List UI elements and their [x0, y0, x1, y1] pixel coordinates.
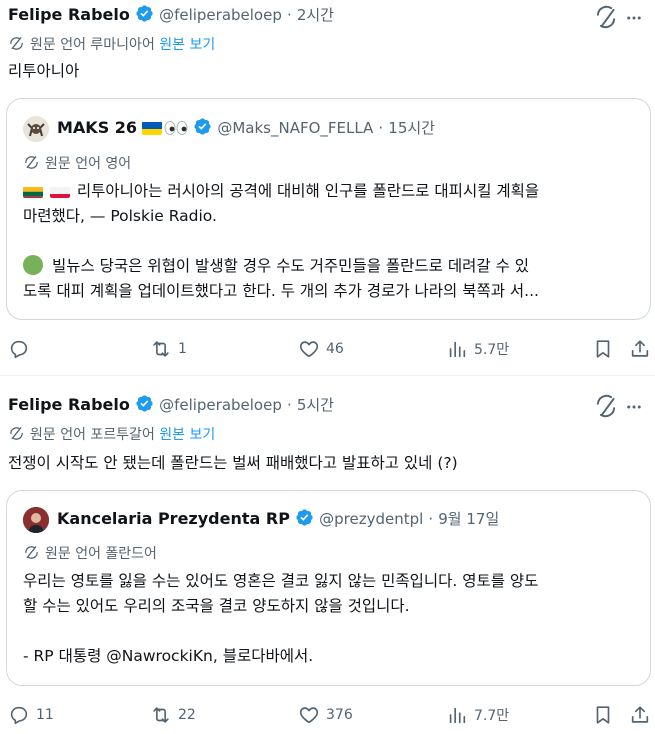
heart-icon [299, 707, 319, 724]
repost-count: 1 [178, 341, 187, 357]
reply-icon [10, 340, 28, 359]
quoted-author-name[interactable]: Kancelaria Prezydenta RP [57, 509, 290, 528]
quoted-post-header: Kancelaria Prezydenta RP @prezydentpl · … [57, 509, 500, 528]
quoted-post-time[interactable]: 15시간 [388, 119, 435, 137]
verified-badge-icon [136, 5, 153, 22]
quoted-line: - RP 대통령 @NawrockiKn, 블로다바에서. [23, 647, 314, 665]
quoted-translation-notice: 원문 언어 영어 [23, 153, 131, 173]
more-options-icon[interactable] [625, 398, 643, 416]
quoted-post[interactable]: MAKS 26 @Maks_NAFO_FELLA · 15시간 원문 언어 영어… [6, 98, 651, 320]
bookmark-icon [596, 340, 610, 358]
translation-notice: 원문 언어 포르투갈어 원본 보기 [8, 424, 215, 444]
author-handle[interactable]: @feliperabeloep [159, 396, 282, 414]
author-handle[interactable]: @feliperabeloep [159, 6, 282, 24]
avatar[interactable] [23, 116, 49, 142]
repost-button[interactable]: 22 [150, 704, 196, 726]
repost-icon [153, 341, 169, 357]
translate-icon [25, 546, 38, 559]
quoted-line: 할 수는 있어도 우리의 조국을 결코 양도하지 않을 것입니다. [23, 597, 410, 615]
quoted-line [23, 619, 636, 644]
grok-icon[interactable] [593, 393, 619, 419]
quoted-line [23, 229, 636, 254]
like-button[interactable]: 376 [298, 704, 353, 726]
post[interactable]: Felipe Rabelo @feliperabeloep · 5시간 원문 언… [0, 376, 655, 734]
quoted-author-handle[interactable]: @prezydentpl [319, 510, 423, 528]
views-button[interactable]: 5.7만 [446, 338, 509, 360]
quoted-author-name[interactable]: MAKS 26 [57, 118, 137, 137]
heart-icon [299, 341, 319, 358]
views-count: 5.7만 [474, 342, 510, 358]
verified-badge-icon [136, 395, 153, 412]
views-count: 7.7만 [474, 708, 510, 724]
author-name[interactable]: Felipe Rabelo [8, 5, 130, 24]
post-text: 리투아니아 [8, 62, 80, 80]
eyes-emoji-icon [164, 121, 188, 135]
share-icon [631, 340, 649, 357]
translation-notice: 원문 언어 루마니아어 원본 보기 [8, 34, 215, 54]
poland-flag-icon [49, 184, 70, 198]
post-time[interactable]: 5시간 [297, 396, 334, 414]
quoted-post-header: MAKS 26 @Maks_NAFO_FELLA · 15시간 [57, 118, 435, 137]
avatar[interactable] [23, 507, 49, 533]
reply-count: 11 [36, 707, 54, 723]
verified-badge-icon [296, 509, 313, 526]
repost-icon [153, 707, 169, 723]
quoted-author-handle[interactable]: @Maks_NAFO_FELLA [217, 119, 373, 137]
quoted-line: 빌뉴스 당국은 위협이 발생할 경우 수도 거주민들을 폴란드로 데려갈 수 있 [23, 254, 636, 279]
like-count: 376 [326, 707, 353, 723]
view-original-link[interactable]: 원본 보기 [159, 37, 215, 53]
view-original-link[interactable]: 원본 보기 [159, 427, 215, 443]
translate-icon [25, 156, 38, 169]
post-header: Felipe Rabelo @feliperabeloep · 5시간 [8, 395, 334, 414]
action-bar: 1 46 5.7만 [0, 338, 655, 362]
share-button[interactable] [629, 704, 651, 726]
post-text: 전쟁이 시작도 안 됐는데 폴란드는 벌써 패배했다고 발표하고 있네 (?) [8, 454, 458, 472]
bookmark-button[interactable] [592, 338, 614, 360]
quoted-line: 도록 대피 계획을 업데이트했다고 한다. 두 개의 추가 경로가 나라의 북쪽… [23, 282, 539, 300]
quoted-post-text: 리투아니아는 러시아의 공격에 대비해 인구를 폴란드로 대피시킬 계획을 마련… [23, 179, 636, 304]
quoted-post[interactable]: Kancelaria Prezydenta RP @prezydentpl · … [6, 490, 651, 686]
repost-button[interactable]: 1 [150, 338, 187, 360]
views-button[interactable]: 7.7만 [446, 704, 509, 726]
reply-button[interactable]: 11 [8, 704, 54, 726]
verified-badge-icon [194, 118, 211, 135]
bookmark-button[interactable] [592, 704, 614, 726]
translate-icon [10, 427, 23, 440]
more-options-icon[interactable] [625, 9, 643, 27]
reply-button[interactable] [8, 338, 36, 360]
quoted-post-text: 우리는 영토를 잃을 수는 있어도 영혼은 결코 잃지 않는 민족입니다. 영토… [23, 569, 636, 669]
quoted-post-time[interactable]: 9월 17일 [438, 510, 499, 528]
views-icon [449, 707, 466, 724]
action-bar: 11 22 376 7.7만 [0, 704, 655, 728]
reply-icon [10, 706, 28, 725]
like-button[interactable]: 46 [298, 338, 344, 360]
ukraine-flag-icon [142, 121, 163, 135]
quoted-translation-notice: 원문 언어 폴란드어 [23, 543, 157, 563]
grok-icon[interactable] [593, 4, 619, 30]
like-count: 46 [326, 341, 344, 357]
lithuania-flag-icon [23, 184, 43, 198]
repost-count: 22 [178, 707, 196, 723]
quoted-line: 리투아니아는 러시아의 공격에 대비해 인구를 폴란드로 대피시킬 계획을 [23, 179, 636, 204]
post-header: Felipe Rabelo @feliperabeloep · 2시간 [8, 5, 334, 24]
author-name[interactable]: Felipe Rabelo [8, 395, 130, 414]
post[interactable]: Felipe Rabelo @feliperabeloep · 2시간 원문 언… [0, 0, 655, 376]
quoted-line: 마련했다, — Polskie Radio. [23, 207, 217, 225]
share-icon [631, 706, 649, 723]
share-button[interactable] [629, 338, 651, 360]
quoted-line: 우리는 영토를 잃을 수는 있어도 영혼은 결코 잃지 않는 민족입니다. 영토… [23, 572, 539, 590]
green-circle-icon [23, 255, 43, 275]
bookmark-icon [596, 706, 610, 724]
post-time[interactable]: 2시간 [297, 6, 334, 24]
views-icon [449, 341, 466, 358]
translate-icon [10, 37, 23, 50]
